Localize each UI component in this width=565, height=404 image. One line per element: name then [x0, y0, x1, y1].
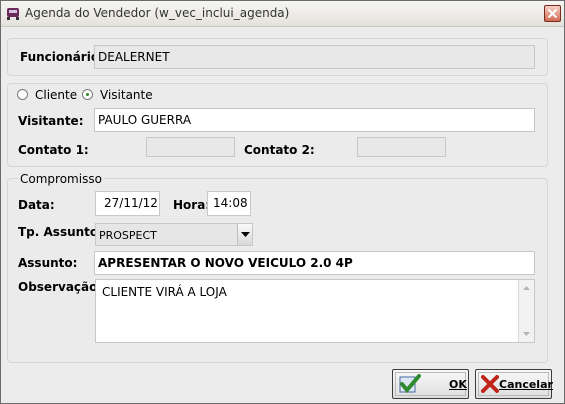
observacao-scrollbar[interactable] — [518, 280, 534, 342]
hora-label: Hora: — [173, 198, 211, 212]
tp-assunto-label: Tp. Assunto: — [18, 225, 103, 239]
chevron-down-icon — [241, 232, 250, 237]
tp-assunto-dropdown-button[interactable] — [237, 224, 252, 245]
close-button[interactable] — [544, 5, 561, 22]
cancelar-button-label: Cancelar — [499, 378, 553, 391]
cancelar-button[interactable]: Cancelar — [475, 369, 553, 399]
visitante-radio-label[interactable]: Visitante — [100, 88, 153, 102]
visitante-field[interactable]: PAULO GUERRA — [94, 108, 535, 132]
visitante-label: Visitante: — [18, 114, 84, 128]
cliente-radio[interactable] — [17, 89, 28, 100]
x-icon — [481, 375, 499, 393]
data-field[interactable]: 27/11/12 — [95, 191, 160, 216]
cliente-radio-label[interactable]: Cliente — [35, 88, 77, 102]
data-label: Data: — [18, 198, 55, 212]
observacao-textarea[interactable]: CLIENTE VIRÁ A LOJA — [95, 279, 535, 343]
hora-field[interactable]: 14:08 — [207, 191, 251, 216]
assunto-field[interactable]: APRESENTAR O NOVO VEICULO 2.0 4P — [94, 251, 535, 275]
check-icon — [399, 374, 421, 394]
funcionario-field[interactable]: DEALERNET — [94, 45, 535, 69]
window-title: Agenda do Vendedor (w_vec_inclui_agenda) — [25, 6, 290, 20]
dialog-window: Agenda do Vendedor (w_vec_inclui_agenda)… — [0, 0, 565, 404]
visitante-radio[interactable] — [82, 89, 93, 100]
close-icon — [547, 8, 558, 19]
contato2-label: Contato 2: — [244, 143, 315, 157]
contato1-field[interactable] — [146, 137, 235, 157]
radio-selected-dot — [86, 93, 89, 96]
title-bar[interactable]: Agenda do Vendedor (w_vec_inclui_agenda) — [1, 1, 564, 27]
observacao-label: Observação: — [18, 280, 103, 294]
compromisso-group-title: Compromisso — [18, 172, 104, 186]
tp-assunto-value: PROSPECT — [99, 229, 157, 242]
contato2-field[interactable] — [357, 137, 446, 157]
observacao-value: CLIENTE VIRÁ A LOJA — [102, 285, 227, 299]
funcionario-label: Funcionário: — [20, 50, 104, 64]
ok-button-label: OK — [449, 378, 467, 391]
scroll-down-icon — [523, 332, 530, 336]
contato1-label: Contato 1: — [18, 143, 89, 157]
scroll-up-icon — [523, 286, 530, 290]
tp-assunto-select[interactable]: PROSPECT — [95, 223, 253, 246]
assunto-label: Assunto: — [18, 256, 78, 270]
app-car-icon — [6, 6, 20, 20]
ok-button[interactable]: OK — [392, 369, 469, 399]
